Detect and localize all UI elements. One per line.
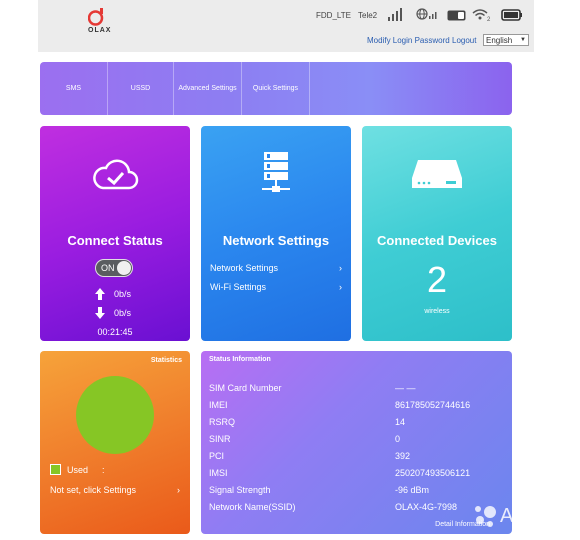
- info-value: OLAX-4G-7998: [395, 502, 458, 512]
- info-key: PCI: [209, 451, 225, 461]
- language-select[interactable]: English ▼: [483, 34, 529, 46]
- tab-sms[interactable]: SMS: [40, 62, 108, 115]
- legend-swatch: [50, 464, 61, 475]
- connection-toggle[interactable]: ON: [95, 259, 133, 277]
- info-row-imsi: IMSI 250207493506121: [209, 468, 499, 478]
- logo-text: OLAX: [88, 27, 112, 34]
- arrow-up-icon: [95, 288, 105, 300]
- info-value: -96 dBm: [395, 485, 430, 495]
- info-value: 0: [395, 434, 401, 444]
- battery-icon: [501, 9, 522, 21]
- router-device-icon: [412, 160, 462, 188]
- tab-advanced-settings[interactable]: Advanced Settings: [174, 62, 242, 115]
- signal-strength-icon: [388, 8, 402, 21]
- network-settings-link-label: Network Settings: [210, 263, 279, 273]
- toggle-knob: [117, 261, 131, 275]
- device-count: 2: [426, 259, 448, 300]
- network-type: FDD_LTE: [316, 11, 351, 20]
- chevron-right-icon: ›: [177, 485, 180, 495]
- statistics-title: Statistics: [150, 357, 182, 364]
- toggle-on-label: ON: [101, 263, 115, 273]
- connection-time: 00:21:45: [97, 327, 133, 337]
- usage-legend: Used :: [50, 464, 105, 475]
- sms-envelope-icon[interactable]: [447, 10, 467, 21]
- data-limit-settings-link[interactable]: Not set, click Settings ›: [50, 485, 180, 495]
- info-value: — —: [395, 383, 416, 393]
- server-network-icon: [262, 152, 290, 192]
- connected-devices-card: Connected Devices 2 wireless: [362, 126, 512, 341]
- network-settings-title: Network Settings: [222, 233, 330, 248]
- status-information-title: Status Information: [209, 356, 271, 363]
- status-information-card: Status Information SIM Card Number — — I…: [201, 351, 512, 534]
- info-row-ssid: Network Name(SSID) OLAX-4G-7998: [209, 502, 499, 512]
- chevron-right-icon: ›: [339, 282, 342, 292]
- legend-label: Used: [67, 464, 89, 475]
- arrow-down-icon: [95, 307, 105, 319]
- info-key: Signal Strength: [209, 485, 271, 495]
- wifi-icon: 2: [472, 9, 491, 22]
- network-settings-link[interactable]: Network Settings ›: [210, 263, 342, 273]
- connected-devices-title: Connected Devices: [377, 233, 497, 248]
- connect-status-title: Connect Status: [67, 233, 163, 248]
- info-value: 14: [395, 417, 406, 427]
- chevron-down-icon: ▼: [520, 37, 526, 43]
- wifi-settings-link[interactable]: Wi-Fi Settings ›: [210, 282, 342, 292]
- info-row-imei: IMEI 861785052744616: [209, 400, 499, 410]
- legend-colon: :: [102, 464, 105, 475]
- info-value: 861785052744616: [395, 400, 471, 410]
- info-row-sinr: SINR 0: [209, 434, 499, 444]
- device-type-label: wireless: [424, 308, 450, 315]
- statistics-card: Statistics Used : Not set, click Setting…: [40, 351, 190, 534]
- tab-quick-settings[interactable]: Quick Settings: [242, 62, 310, 115]
- download-rate: 0b/s: [95, 307, 131, 319]
- info-value: 392: [395, 451, 411, 461]
- info-row-pci: PCI 392: [209, 451, 499, 461]
- network-settings-card: Network Settings Network Settings › Wi-F…: [201, 126, 351, 341]
- connect-status-card: Connect Status ON 0b/s 0b/s 00:21:45: [40, 126, 190, 341]
- operator-name: Tele2: [358, 11, 378, 20]
- upload-value: 0b/s: [114, 289, 132, 299]
- info-key: RSRQ: [209, 417, 236, 427]
- tab-ussd[interactable]: USSD: [108, 62, 174, 115]
- svg-text:2: 2: [487, 17, 491, 22]
- header-bar: OLAX FDD_LTE Tele2 2 Modify Login Passwo…: [38, 0, 534, 52]
- wifi-settings-link-label: Wi-Fi Settings: [210, 282, 267, 292]
- info-value: 250207493506121: [395, 468, 471, 478]
- usage-pie-chart: [76, 376, 154, 454]
- info-key: IMSI: [209, 468, 228, 478]
- download-value: 0b/s: [114, 308, 132, 318]
- logout-link[interactable]: Logout: [452, 36, 476, 45]
- info-key: IMEI: [209, 400, 228, 410]
- language-value: English: [486, 35, 513, 45]
- chevron-right-icon: ›: [339, 263, 342, 273]
- top-nav-tabs: SMS USSD Advanced Settings Quick Setting…: [40, 62, 512, 115]
- info-row-sim: SIM Card Number — —: [209, 383, 499, 393]
- modify-login-password-link[interactable]: Modify Login Password: [367, 36, 450, 45]
- globe-roaming-icon: [416, 8, 437, 20]
- info-key: Network Name(SSID): [209, 502, 296, 512]
- not-set-label: Not set, click Settings: [50, 485, 137, 495]
- info-row-signal: Signal Strength -96 dBm: [209, 485, 499, 495]
- info-key: SINR: [209, 434, 231, 444]
- olax-logo: [88, 8, 104, 26]
- info-key: SIM Card Number: [209, 383, 282, 393]
- cloud-check-icon: [93, 159, 139, 190]
- info-row-rsrq: RSRQ 14: [209, 417, 499, 427]
- avito-watermark: Avito: [475, 505, 544, 527]
- upload-rate: 0b/s: [95, 288, 131, 300]
- watermark-text: Avito: [500, 505, 544, 527]
